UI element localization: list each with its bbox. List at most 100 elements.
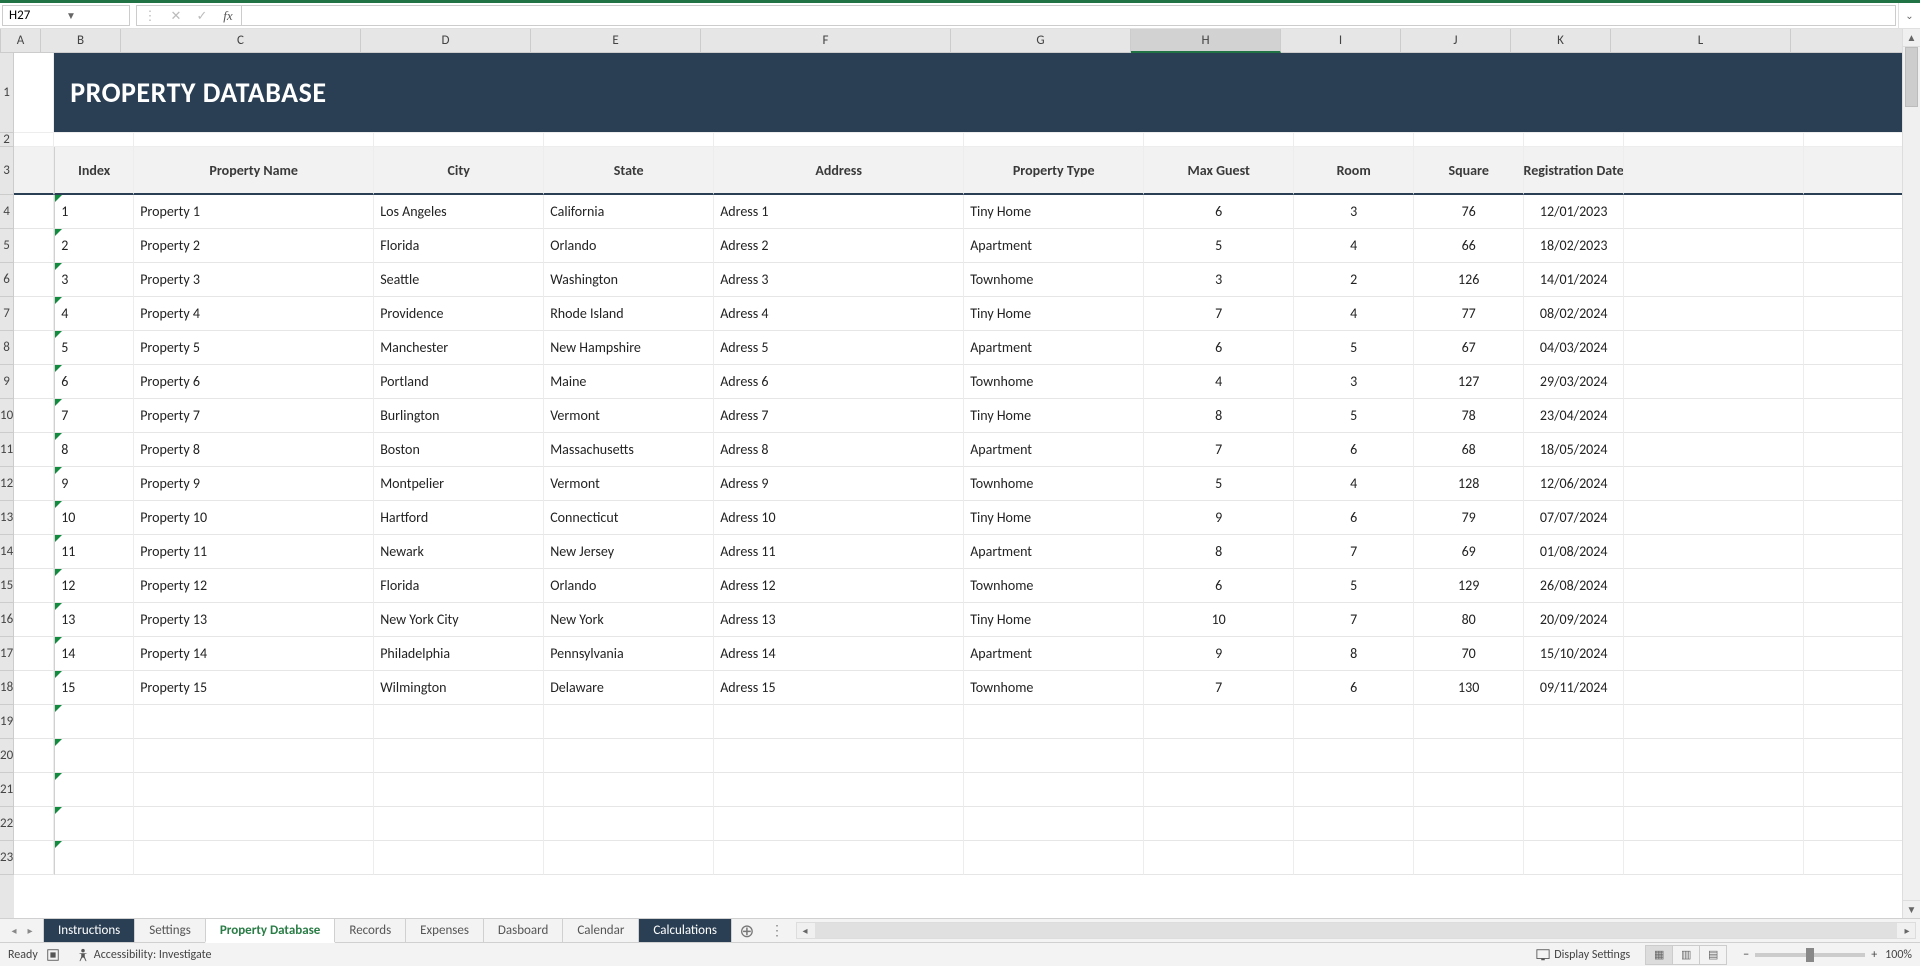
cell-square-6[interactable]: 78 — [1414, 399, 1524, 433]
cell-reg-date-11[interactable]: 26/08/2024 — [1524, 569, 1624, 603]
row-header-4[interactable]: 4 — [0, 195, 14, 229]
row-header-23[interactable]: 23 — [0, 841, 14, 875]
cell-square-14[interactable]: 130 — [1414, 671, 1524, 705]
sheet-tab-calendar[interactable]: Calendar — [562, 919, 639, 942]
cell-reg-date-14[interactable]: 09/11/2024 — [1524, 671, 1624, 705]
cell-name-6[interactable]: Property 7 — [134, 399, 374, 433]
cell-square-9[interactable]: 79 — [1414, 501, 1524, 535]
cell-L4[interactable] — [1624, 195, 1804, 229]
cell-reg-date-7[interactable]: 18/05/2024 — [1524, 433, 1624, 467]
cell-notes-14[interactable] — [1804, 671, 1902, 705]
cell-square-7[interactable]: 68 — [1414, 433, 1524, 467]
cell-B22[interactable] — [54, 807, 134, 841]
cell-L7[interactable] — [1624, 297, 1804, 331]
cell-wI-20[interactable] — [1294, 739, 1414, 773]
cell-row2-4[interactable] — [544, 133, 714, 147]
tab-prev-icon[interactable]: ▸ — [22, 924, 38, 937]
cell-wF-20[interactable] — [714, 739, 964, 773]
cell-room-0[interactable]: 3 — [1294, 195, 1414, 229]
new-sheet-button[interactable]: ⊕ — [732, 919, 762, 942]
cell-index-9[interactable]: 10 — [54, 501, 134, 535]
cell-wE-22[interactable] — [544, 807, 714, 841]
row-header-5[interactable]: 5 — [0, 229, 14, 263]
cell-wJ-22[interactable] — [1414, 807, 1524, 841]
cell-L18[interactable] — [1624, 671, 1804, 705]
cell-state-7[interactable]: Massachusetts — [544, 433, 714, 467]
cell-row2-10[interactable] — [1524, 133, 1624, 147]
sheet-tab-records[interactable]: Records — [334, 919, 406, 942]
row-header-13[interactable]: 13 — [0, 501, 14, 535]
cell-A14[interactable] — [14, 535, 54, 569]
cell-max-guest-9[interactable]: 9 — [1144, 501, 1294, 535]
cell-square-13[interactable]: 70 — [1414, 637, 1524, 671]
cell-A1[interactable] — [14, 53, 54, 133]
cell-A9[interactable] — [14, 365, 54, 399]
cell-M19[interactable] — [1804, 705, 1902, 739]
cell-type-4[interactable]: Apartment — [964, 331, 1144, 365]
cell-reg-date-2[interactable]: 14/01/2024 — [1524, 263, 1624, 297]
cell-wK-20[interactable] — [1524, 739, 1624, 773]
cell-notes-1[interactable] — [1804, 229, 1902, 263]
cell-address-0[interactable]: Adress 1 — [714, 195, 964, 229]
cell-notes-10[interactable] — [1804, 535, 1902, 569]
cell-wI-23[interactable] — [1294, 841, 1414, 875]
cell-wJ-19[interactable] — [1414, 705, 1524, 739]
cell-reg-date-3[interactable]: 08/02/2024 — [1524, 297, 1624, 331]
cell-square-2[interactable]: 126 — [1414, 263, 1524, 297]
cell-notes-6[interactable] — [1804, 399, 1902, 433]
cell-max-guest-6[interactable]: 8 — [1144, 399, 1294, 433]
cell-A11[interactable] — [14, 433, 54, 467]
cell-wL-20[interactable] — [1624, 739, 1804, 773]
cell-max-guest-0[interactable]: 6 — [1144, 195, 1294, 229]
cell-wC-23[interactable] — [134, 841, 374, 875]
cell-L10[interactable] — [1624, 399, 1804, 433]
cell-type-1[interactable]: Apartment — [964, 229, 1144, 263]
sheet-tab-expenses[interactable]: Expenses — [405, 919, 484, 942]
cell-wH-23[interactable] — [1144, 841, 1294, 875]
cell-wG-20[interactable] — [964, 739, 1144, 773]
cell-room-11[interactable]: 5 — [1294, 569, 1414, 603]
cell-type-13[interactable]: Apartment — [964, 637, 1144, 671]
cell-L11[interactable] — [1624, 433, 1804, 467]
name-box[interactable]: H27 ▼ — [2, 5, 130, 26]
row-header-11[interactable]: 11 — [0, 433, 14, 467]
cell-room-3[interactable]: 4 — [1294, 297, 1414, 331]
cell-max-guest-4[interactable]: 6 — [1144, 331, 1294, 365]
cell-address-12[interactable]: Adress 13 — [714, 603, 964, 637]
cell-state-0[interactable]: California — [544, 195, 714, 229]
hscroll-right-button[interactable]: ▸ — [1899, 924, 1915, 937]
cell-reg-date-6[interactable]: 23/04/2024 — [1524, 399, 1624, 433]
cell-state-8[interactable]: Vermont — [544, 467, 714, 501]
cell-name-8[interactable]: Property 9 — [134, 467, 374, 501]
cell-L16[interactable] — [1624, 603, 1804, 637]
scroll-track[interactable] — [1903, 47, 1920, 900]
cell-notes-4[interactable] — [1804, 331, 1902, 365]
row-header-8[interactable]: 8 — [0, 331, 14, 365]
column-header-K[interactable]: K — [1511, 29, 1611, 53]
cell-name-3[interactable]: Property 4 — [134, 297, 374, 331]
scroll-down-button[interactable]: ▼ — [1903, 900, 1920, 918]
cell-name-0[interactable]: Property 1 — [134, 195, 374, 229]
cell-index-4[interactable]: 5 — [54, 331, 134, 365]
select-all-corner[interactable] — [0, 29, 1, 53]
cell-city-14[interactable]: Wilmington — [374, 671, 544, 705]
cell-city-13[interactable]: Philadelphia — [374, 637, 544, 671]
cell-reg-date-0[interactable]: 12/01/2023 — [1524, 195, 1624, 229]
cell-wC-19[interactable] — [134, 705, 374, 739]
cell-type-9[interactable]: Tiny Home — [964, 501, 1144, 535]
cell-row2-9[interactable] — [1414, 133, 1524, 147]
cell-wL-19[interactable] — [1624, 705, 1804, 739]
cell-A6[interactable] — [14, 263, 54, 297]
cell-name-4[interactable]: Property 5 — [134, 331, 374, 365]
cell-address-11[interactable]: Adress 12 — [714, 569, 964, 603]
cell-address-9[interactable]: Adress 10 — [714, 501, 964, 535]
accessibility-status[interactable]: Accessibility: Investigate — [68, 948, 220, 962]
zoom-out-button[interactable]: − — [1743, 948, 1749, 962]
cell-room-7[interactable]: 6 — [1294, 433, 1414, 467]
cell-max-guest-14[interactable]: 7 — [1144, 671, 1294, 705]
view-page-break-button[interactable]: ▤ — [1699, 945, 1727, 965]
cell-wC-21[interactable] — [134, 773, 374, 807]
cell-address-8[interactable]: Adress 9 — [714, 467, 964, 501]
cell-type-11[interactable]: Townhome — [964, 569, 1144, 603]
cell-row2-6[interactable] — [964, 133, 1144, 147]
